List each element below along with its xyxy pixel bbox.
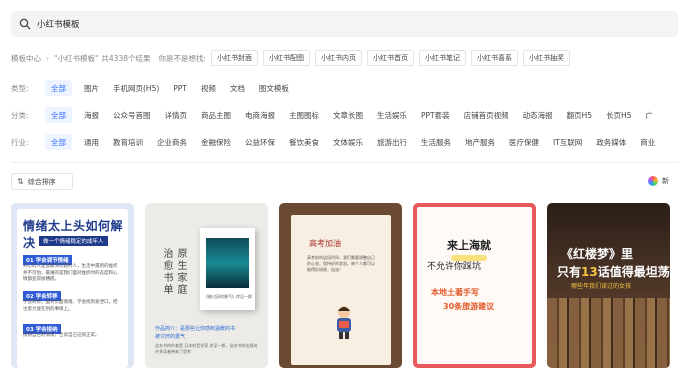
card-highlight: 30条旅游建议 [443, 302, 495, 311]
template-card[interactable]: 原生家庭 治愈书单 《被讨厌的勇气》岸见一郎 作品简介：是那些让你感到温暖的书 … [145, 203, 268, 368]
suggest-label: 你是不是想找: [158, 53, 207, 63]
suggestion-tag[interactable]: 小红书封面 [211, 50, 259, 66]
breadcrumb-separator: › [46, 53, 49, 63]
student-illustration [337, 306, 351, 339]
category-option[interactable]: 商品主图 [201, 110, 231, 121]
card-title-part: 只有 [557, 265, 582, 279]
industry-option[interactable]: 公益环保 [245, 137, 275, 148]
breadcrumb-root-link[interactable]: 模板中心 [11, 53, 41, 64]
color-wheel-icon [648, 176, 658, 186]
industry-option-all[interactable]: 全部 [45, 134, 72, 150]
card-highlight: 被讨厌的勇气 [155, 334, 186, 340]
card-highlight: 作品简介：是那些让你感到温暖的书 [155, 326, 236, 332]
industry-option[interactable]: 政务媒体 [596, 137, 626, 148]
card-subtitle: 不允许你踩坑 [427, 262, 482, 272]
suggestion-tag[interactable]: 小红书内页 [315, 50, 363, 66]
card-subtitle: 哪些年我们读过的女孩 [571, 283, 632, 290]
card-vertical-title: 原生家庭 [175, 248, 186, 296]
type-option[interactable]: 文档 [230, 83, 245, 94]
card-text: 这本书的作者是 日本的哲学家 岸见一郎，这本书的出版给许多读者带来了思考 [155, 343, 258, 354]
industry-option[interactable]: 地产服务 [465, 137, 495, 148]
type-option[interactable]: 图片 [84, 83, 99, 94]
category-option[interactable]: 广 [645, 110, 653, 121]
category-option[interactable]: 主图图标 [289, 110, 319, 121]
type-option[interactable]: 图文模板 [259, 83, 289, 94]
card-highlight: 本地土著手写 [431, 288, 479, 297]
notebook-paper [291, 215, 391, 365]
card-text: 高考前的这段时间，我们需要调整自己的心态，保持好的状态。每个人都可以取得好成绩，… [307, 255, 375, 272]
sort-dropdown[interactable]: ⇅ 综合排序 [11, 173, 73, 190]
industry-option[interactable]: 旅游出行 [377, 137, 407, 148]
template-card[interactable]: 来上海就 不允许你踩坑 本地土著手写 30条旅游建议 [413, 203, 536, 368]
type-filter-label: 类型: [11, 83, 29, 93]
card-text: 学会转移，面对负面情绪，学会找到发泄口，把注意力放在别的事情上。 [23, 300, 118, 312]
new-button[interactable]: 新 [648, 172, 669, 190]
breadcrumb-query: "小红书模板" [54, 53, 99, 63]
industry-option[interactable]: 通用 [84, 137, 99, 148]
card-title-part: 话值得最坦荡 [597, 265, 670, 279]
category-option[interactable]: 长页H5 [606, 110, 631, 121]
suggestion-tag[interactable]: 小红书抽奖 [523, 50, 571, 66]
sort-icon: ⇅ [17, 177, 24, 186]
category-option[interactable]: 海报 [84, 110, 99, 121]
industry-filter-row: 行业: 全部 通用 教育培训 企业商务 金融保险 公益环保 餐饮美食 文体娱乐 … [11, 134, 694, 150]
sort-label: 综合排序 [27, 177, 56, 186]
category-option[interactable]: PPT套装 [421, 110, 450, 121]
template-card[interactable]: 高考加油 高考前的这段时间，我们需要调整自己的心态，保持好的状态。每个人都可以取… [279, 203, 402, 368]
industry-option[interactable]: 餐饮美食 [289, 137, 319, 148]
card-title-number: 13 [581, 265, 598, 279]
type-filter-row: 类型: 全部 图片 手机网页(H5) PPT 视频 文档 图文模板 [11, 80, 694, 96]
suggestion-tag[interactable]: 小红书配图 [263, 50, 311, 66]
category-option[interactable]: 动态海报 [523, 110, 553, 121]
suggestion-tag[interactable]: 小红书喜系 [471, 50, 519, 66]
category-option[interactable]: 公众号首图 [113, 110, 151, 121]
search-input[interactable] [37, 19, 637, 29]
industry-filter-label: 行业: [11, 137, 29, 147]
industry-option[interactable]: IT互联网 [553, 137, 582, 148]
category-option[interactable]: 翻页H5 [567, 110, 592, 121]
industry-option[interactable]: 商业 [640, 137, 655, 148]
new-label: 新 [662, 177, 669, 185]
industry-option[interactable]: 金融保险 [201, 137, 231, 148]
search-bar[interactable] [11, 11, 678, 37]
card-inner [417, 207, 532, 364]
type-option[interactable]: 手机网页(H5) [113, 83, 159, 94]
card-title-line2: 只有13话值得最坦荡 [557, 263, 670, 280]
template-card[interactable]: 《红楼梦》里 只有13话值得最坦荡 哪些年我们读过的女孩 [547, 203, 670, 368]
category-option[interactable]: 详情页 [165, 110, 188, 121]
type-option-all[interactable]: 全部 [45, 80, 72, 96]
industry-option[interactable]: 文体娱乐 [333, 137, 363, 148]
template-card[interactable]: 情绪太上头如何解决 做一个情绪稳定的成年人 01 学会调节情绪 开心的人是会解决… [11, 203, 134, 368]
industry-option[interactable]: 医疗保健 [509, 137, 539, 148]
category-option[interactable]: 店铺首页视频 [464, 110, 509, 121]
card-text: 接纳自己的情绪，告诉自己这很正常。 [23, 333, 100, 338]
card-text: 开心的人是会解决问题的人，生活中遇到的挫折并不可怕，最难的是我们面对挫折时的态度… [23, 264, 118, 282]
industry-option[interactable]: 生活服务 [421, 137, 451, 148]
card-subtitle: 做一个情绪稳定的成年人 [39, 236, 108, 246]
industry-option[interactable]: 教育培训 [113, 137, 143, 148]
result-count: 共4338个结果 [101, 53, 151, 63]
card-title: 来上海就 [447, 239, 491, 252]
card-vertical-title: 治愈书单 [161, 248, 172, 296]
breadcrumb: 模板中心 › "小红书模板" 共4338个结果 你是不是想找: 小红书封面 小红… [11, 50, 571, 66]
suggestion-tag[interactable]: 小红书首页 [367, 50, 415, 66]
type-option[interactable]: 视频 [201, 83, 216, 94]
industry-option[interactable]: 企业商务 [157, 137, 187, 148]
category-option-all[interactable]: 全部 [45, 107, 72, 123]
book-cover: 《被讨厌的勇气》岸见一郎 [200, 228, 255, 310]
search-icon [19, 18, 31, 30]
category-option[interactable]: 电商海报 [245, 110, 275, 121]
card-title: 《红楼梦》里 [561, 247, 634, 261]
card-title: 高考加油 [309, 239, 341, 248]
category-filter-label: 分类: [11, 110, 29, 120]
divider [11, 162, 678, 163]
category-option[interactable]: 文章长图 [333, 110, 363, 121]
type-option[interactable]: PPT [173, 84, 187, 93]
suggestion-tag[interactable]: 小红书笔记 [419, 50, 467, 66]
category-option[interactable]: 生活娱乐 [377, 110, 407, 121]
book-caption: 《被讨厌的勇气》岸见一郎 [204, 294, 252, 299]
bookshelf-image [547, 298, 670, 368]
category-filter-row: 分类: 全部 海报 公众号首图 详情页 商品主图 电商海报 主图图标 文章长图 … [11, 107, 694, 123]
book-cover-image [206, 238, 249, 288]
